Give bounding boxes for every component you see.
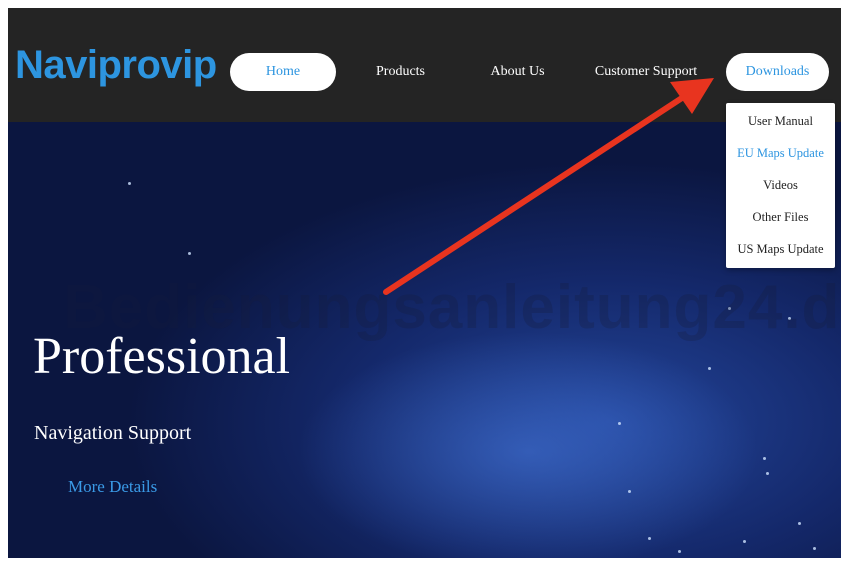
star-decoration xyxy=(798,522,801,525)
star-decoration xyxy=(708,367,711,370)
star-decoration xyxy=(766,472,769,475)
star-decoration xyxy=(618,422,621,425)
brand-logo[interactable]: Naviprovip xyxy=(15,45,217,85)
star-decoration xyxy=(678,550,681,553)
star-decoration xyxy=(628,490,631,493)
more-details-link[interactable]: More Details xyxy=(68,477,157,497)
star-decoration xyxy=(188,252,191,255)
star-decoration xyxy=(763,457,766,460)
dropdown-item-user-manual[interactable]: User Manual xyxy=(726,105,835,137)
hero-title: Professional xyxy=(33,328,291,385)
downloads-dropdown-menu: User Manual EU Maps Update Videos Other … xyxy=(726,103,835,268)
dropdown-item-videos[interactable]: Videos xyxy=(726,169,835,201)
nav-about-us-link[interactable]: About Us xyxy=(480,53,555,91)
nav-customer-support-link[interactable]: Customer Support xyxy=(586,53,706,91)
nav-downloads-button[interactable]: Downloads xyxy=(726,53,829,91)
browser-viewport: Naviprovip Home Products About Us Custom… xyxy=(8,8,841,558)
hero-banner: Bedienungsanleitung24.de Professional Na… xyxy=(8,122,841,558)
dropdown-item-us-maps-update[interactable]: US Maps Update xyxy=(726,233,835,265)
hero-subtitle: Navigation Support xyxy=(34,422,192,444)
top-navbar: Naviprovip Home Products About Us Custom… xyxy=(8,8,841,122)
nav-products-link[interactable]: Products xyxy=(363,53,438,91)
star-decoration xyxy=(128,182,131,185)
star-decoration xyxy=(743,540,746,543)
dropdown-item-other-files[interactable]: Other Files xyxy=(726,201,835,233)
dropdown-item-eu-maps-update[interactable]: EU Maps Update xyxy=(726,137,835,169)
star-decoration xyxy=(813,547,816,550)
star-decoration xyxy=(648,537,651,540)
nav-home-button[interactable]: Home xyxy=(230,53,336,91)
